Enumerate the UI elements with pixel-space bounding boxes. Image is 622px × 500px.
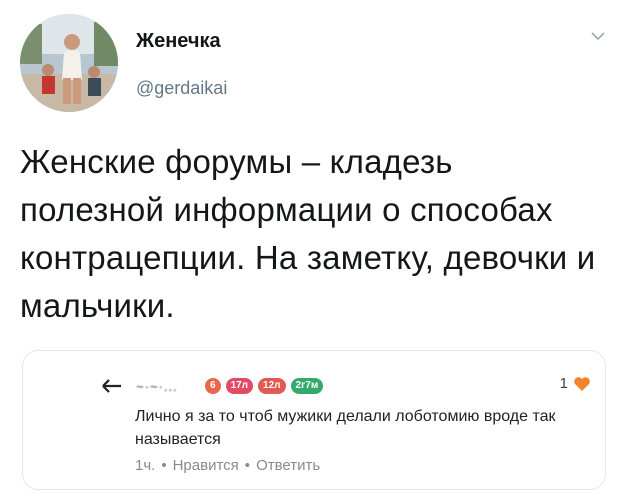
heart-icon[interactable]	[573, 376, 591, 392]
like-action-link[interactable]: Нравится	[173, 457, 239, 474]
separator: •	[161, 457, 167, 474]
badge: 17л	[225, 378, 254, 394]
tweet-text: Женские форумы – кладезь полезной информ…	[20, 143, 596, 324]
comment-meta: 1ч. • Нравится • Ответить	[135, 457, 320, 474]
badge: 6	[205, 378, 221, 394]
comment-author[interactable]: ~·~·...	[136, 379, 200, 394]
like-count: 1	[559, 375, 568, 392]
display-name[interactable]: Женечка	[136, 30, 221, 53]
badge: 12л	[258, 378, 286, 394]
reply-action-link[interactable]: Ответить	[256, 457, 320, 474]
comment-header: ~·~·... 6 17л 12л 2г7м	[101, 375, 324, 397]
comment-text: Лично я за то чтоб мужики делали лоботом…	[135, 408, 556, 448]
separator: •	[244, 457, 251, 474]
badge: 2г7м	[290, 378, 324, 394]
embedded-comment-screenshot: ~·~·... 6 17л 12л 2г7м 1 Лично я за то ч…	[22, 350, 606, 490]
tweet: Женечка @gerdaikai Женские форумы – клад…	[0, 0, 622, 500]
chevron-down-icon[interactable]	[590, 30, 606, 42]
comment-time: 1ч.	[135, 457, 156, 474]
avatar-photo	[20, 14, 118, 112]
avatar[interactable]	[20, 14, 118, 112]
user-handle[interactable]: @gerdaikai	[136, 78, 227, 99]
back-arrow-icon[interactable]	[101, 377, 123, 395]
like-counter[interactable]: 1	[560, 375, 591, 392]
